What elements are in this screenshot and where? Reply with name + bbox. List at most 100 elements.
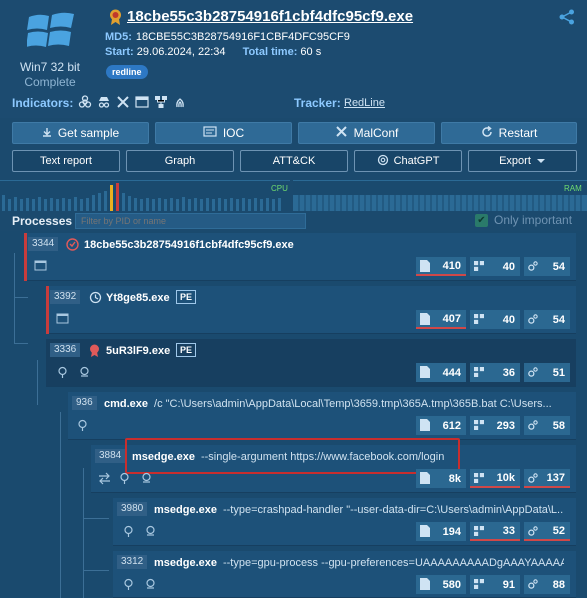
process-watch-icon (89, 291, 102, 304)
processes-title: Processes (12, 214, 73, 228)
pe-badge[interactable]: PE (176, 290, 197, 304)
modules-stat[interactable]: 58 (524, 416, 570, 435)
files-stat[interactable]: 194 (416, 522, 466, 541)
registry-count: 33 (502, 524, 515, 537)
get-sample-label: Get sample (57, 126, 120, 140)
process-command: --type=gpu-process --gpu-preferences=UAA… (222, 557, 564, 569)
tools-icon[interactable] (116, 95, 130, 109)
swap-arrows-icon (99, 472, 110, 485)
chatgpt-icon (377, 154, 389, 169)
modules-count: 58 (552, 419, 565, 432)
registry-stat[interactable]: 40 (470, 310, 520, 329)
modules-stat[interactable]: 137 (524, 469, 570, 488)
files-count: 410 (442, 259, 461, 272)
start-label: Start: (105, 46, 134, 58)
tree-line (14, 253, 15, 343)
graph-button[interactable]: Graph (126, 150, 234, 172)
files-stat[interactable]: 580 (416, 575, 466, 594)
gears-icon (528, 473, 538, 483)
biohazard-icon[interactable] (78, 95, 92, 109)
share-icon[interactable] (559, 9, 575, 25)
files-stat[interactable]: 407 (416, 310, 466, 329)
fingerprint-icon[interactable] (173, 95, 187, 109)
export-button[interactable]: Export (468, 150, 577, 172)
dll-icon (124, 578, 133, 590)
file-icon (420, 366, 430, 378)
ioc-label: IOC (222, 126, 245, 140)
gears-icon (528, 420, 538, 430)
modules-count: 54 (552, 313, 565, 326)
modules-stat[interactable]: 51 (524, 363, 570, 382)
process-pid: 3312 (117, 555, 148, 569)
files-count: 407 (442, 312, 461, 325)
registry-stat[interactable]: 33 (470, 522, 520, 541)
tracker-link[interactable]: RedLine (344, 97, 385, 109)
network-icon[interactable] (154, 95, 168, 109)
files-stat[interactable]: 612 (416, 416, 466, 435)
files-stat[interactable]: 444 (416, 363, 466, 382)
process-exe: msedge.exe (154, 504, 217, 516)
pe-badge[interactable]: PE (176, 343, 197, 357)
files-count: 612 (442, 419, 461, 432)
indicator-icons (78, 95, 187, 109)
download-icon (42, 126, 52, 140)
registry-stat[interactable]: 293 (470, 416, 520, 435)
process-name: 5uR3lF9.exe (106, 345, 171, 357)
malconf-button[interactable]: MalConf (298, 122, 435, 144)
network-activity-icon (80, 366, 89, 377)
process-name: Yt8ge85.exe (106, 292, 170, 304)
malicious-medal-icon (110, 9, 121, 25)
tree-line (83, 468, 84, 598)
registry-icon (474, 367, 484, 377)
modules-count: 54 (552, 260, 565, 273)
md5-value[interactable]: 18CBE55C3B28754916F1CBF4DFC95CF9 (136, 31, 350, 43)
gears-icon (528, 367, 538, 377)
registry-count: 10k (496, 471, 515, 484)
gears-icon (528, 579, 538, 589)
tree-line (60, 412, 61, 598)
exe-icon[interactable] (135, 95, 149, 109)
modules-stat[interactable]: 52 (524, 522, 570, 541)
file-icon (420, 525, 430, 537)
registry-count: 40 (502, 313, 515, 326)
exe-window-icon (56, 313, 69, 324)
modules-stat[interactable]: 54 (524, 257, 570, 276)
indicators-label: Indicators: (12, 96, 74, 110)
sample-name-link[interactable]: 18cbe55c3b28754916f1cbf4dfc95cf9.exe (127, 8, 413, 25)
windows-logo-icon (27, 12, 74, 47)
text-report-button[interactable]: Text report (12, 150, 120, 172)
chatgpt-label: ChatGPT (393, 155, 440, 167)
checkbox-checked-icon[interactable]: ✔ (475, 213, 488, 227)
modules-stat[interactable]: 54 (524, 310, 570, 329)
total-time-value: 60 s (300, 46, 322, 58)
files-stat[interactable]: 8k (416, 469, 466, 488)
registry-icon (474, 579, 484, 589)
registry-stat[interactable]: 91 (470, 575, 520, 594)
modules-stat[interactable]: 88 (524, 575, 570, 594)
ioc-button[interactable]: IOC (155, 122, 292, 144)
registry-stat[interactable]: 10k (470, 469, 520, 488)
modules-count: 88 (552, 578, 565, 591)
cpu-graph[interactable] (0, 180, 290, 211)
spy-icon[interactable] (97, 95, 111, 109)
medal-icon (90, 344, 99, 357)
ram-graph[interactable] (293, 180, 587, 211)
get-sample-button[interactable]: Get sample (12, 122, 149, 144)
attck-button[interactable]: ATT&CK (240, 150, 348, 172)
modules-count: 52 (552, 524, 565, 537)
registry-stat[interactable]: 40 (470, 257, 520, 276)
process-name: msedge.exe --type=crashpad-handler "--use… (154, 504, 564, 516)
only-important-toggle[interactable]: ✔ Only important (475, 213, 572, 227)
files-stat[interactable]: 410 (416, 257, 466, 276)
gears-icon (528, 526, 538, 536)
tree-line (14, 297, 28, 298)
registry-stat[interactable]: 36 (470, 363, 520, 382)
tree-line (14, 343, 28, 344)
process-filter-input[interactable] (75, 213, 306, 229)
registry-count: 91 (502, 578, 515, 591)
restart-button[interactable]: Restart (441, 122, 577, 144)
chatgpt-button[interactable]: ChatGPT (354, 150, 462, 172)
tree-line (37, 360, 38, 405)
tag-chip[interactable]: redline (106, 65, 148, 79)
tools-icon (335, 125, 348, 141)
